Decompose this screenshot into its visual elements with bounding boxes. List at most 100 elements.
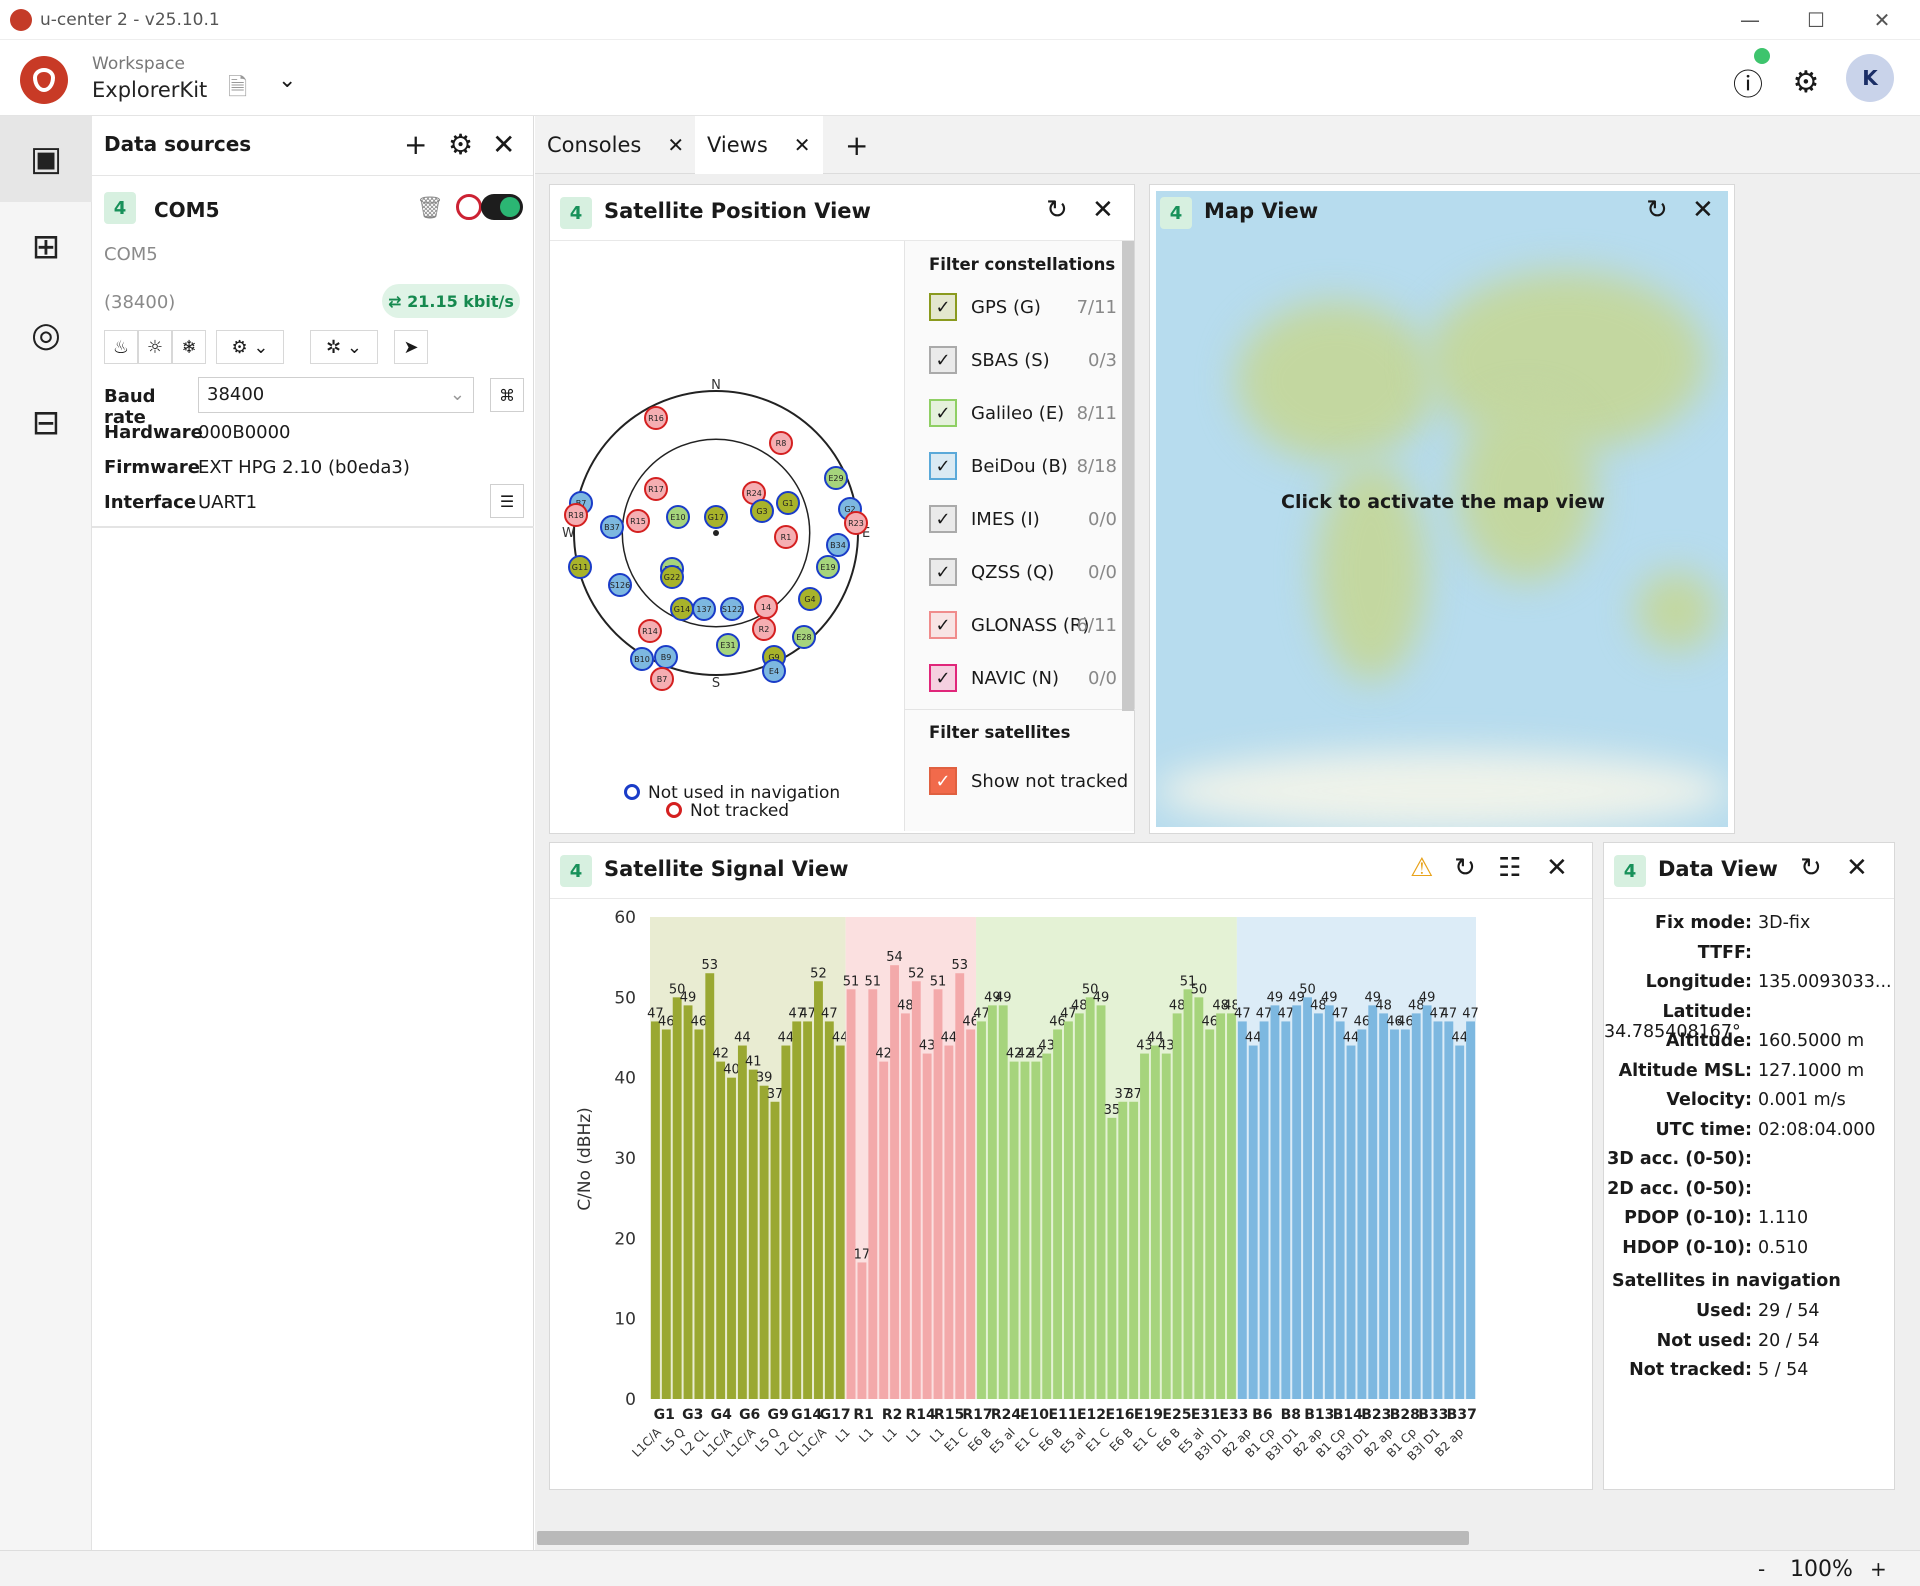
constellation-filter-row[interactable]: ✓ GPS (G) 7/11	[929, 287, 1129, 327]
bar-value-label: 49	[680, 990, 697, 1005]
settings-gear-icon[interactable]: ⚙	[1786, 62, 1826, 102]
map-activate-text[interactable]: Click to activate the map view	[1150, 491, 1736, 513]
bar-value-label: 43	[919, 1039, 936, 1054]
refresh-icon[interactable]: ↻	[1646, 195, 1668, 225]
workspace-chevron-down-icon[interactable]: ⌄	[278, 68, 296, 93]
signal-chart: 0102030405060C/No (dBHz)4746504946534240…	[575, 908, 1479, 1463]
interface-settings-icon[interactable]: ☰	[490, 484, 524, 518]
satellite-label: G4	[804, 595, 815, 604]
checkbox-check-icon[interactable]: ✓	[929, 452, 957, 480]
config-dropdown-icon[interactable]: ⚙ ⌄	[216, 330, 284, 364]
device-card: 4 COM5 🗑	[104, 192, 524, 232]
bar-value-label: 47	[1441, 1006, 1458, 1021]
constellation-filter-row[interactable]: ✓ NAVIC (N) 0/0	[929, 658, 1129, 698]
sources-settings-gear-icon[interactable]: ⚙	[448, 128, 473, 161]
satellite-label: R8	[776, 439, 787, 448]
tools-target-icon[interactable]: ◎	[0, 292, 92, 378]
satellite-label: B37	[604, 523, 620, 532]
warm-start-icon[interactable]: ☼	[138, 330, 172, 364]
bar-value-label: 43	[1038, 1039, 1055, 1054]
help-icon[interactable]: ⓘ	[1728, 62, 1768, 103]
x-tick-label: R14	[905, 1407, 936, 1423]
add-tab-plus-icon[interactable]: +	[833, 116, 868, 174]
devices-chip-icon[interactable]: ▣	[0, 116, 92, 202]
tab-views[interactable]: Views ✕	[695, 116, 823, 174]
zoom-in-button[interactable]: +	[1870, 1557, 1887, 1581]
refresh-icon[interactable]: ↻	[1046, 195, 1068, 225]
sky-plot: NESWR16R8E29G2R23B7R18B37R15R17E10 G17R24…	[562, 378, 870, 691]
checkbox-check-icon[interactable]: ✓	[929, 505, 957, 533]
checkbox-check-icon[interactable]: ✓	[929, 767, 957, 795]
maximize-button[interactable]: ☐	[1786, 0, 1846, 40]
panel-badge: 4	[560, 855, 592, 887]
avatar[interactable]: K	[1846, 54, 1894, 102]
close-tab-icon[interactable]: ✕	[667, 133, 684, 157]
constellation-filter-row[interactable]: ✓ GLONASS (R) 6/11	[929, 605, 1129, 645]
signal-bar	[846, 989, 856, 1399]
constellation-filter-row[interactable]: ✓ SBAS (S) 0/3	[929, 340, 1129, 380]
warning-icon[interactable]: ⚠	[1410, 853, 1433, 883]
signal-bar	[651, 1021, 660, 1399]
baud-select[interactable]: 38400 ⌄	[198, 377, 474, 413]
compass-south: S	[712, 676, 720, 691]
satellite-label: E31	[720, 641, 735, 650]
record-icon[interactable]	[456, 194, 482, 220]
views-grid-add-icon[interactable]: ⊞	[0, 204, 92, 290]
filter-sliders-icon[interactable]: ☷	[1498, 853, 1521, 883]
minimize-button[interactable]: —	[1720, 0, 1780, 40]
interface-row: Interface UART1	[104, 492, 258, 513]
device-connect-toggle[interactable]	[481, 194, 523, 220]
checkbox-check-icon[interactable]: ✓	[929, 611, 957, 639]
hot-start-icon[interactable]: ♨	[104, 330, 138, 364]
signal-bar	[1281, 1021, 1291, 1399]
x-tick-label: R1	[853, 1407, 874, 1423]
filter-scrollbar[interactable]	[1122, 241, 1134, 711]
signal-bar	[727, 1077, 736, 1399]
constellation-filter-row[interactable]: ✓ IMES (I) 0/0	[929, 499, 1129, 539]
show-not-tracked-checkbox[interactable]: ✓ Show not tracked	[929, 761, 1129, 801]
close-icon[interactable]: ✕	[1846, 853, 1868, 883]
tab-consoles[interactable]: Consoles ✕	[535, 116, 693, 174]
signal-bar	[781, 1045, 791, 1399]
add-source-plus-icon[interactable]: +	[404, 128, 427, 161]
constellation-filter-row[interactable]: ✓ BeiDou (B) 8/18	[929, 446, 1129, 486]
bar-value-label: 47	[1332, 1006, 1349, 1021]
bar-value-label: 47	[973, 1006, 990, 1021]
signal-bar	[835, 1045, 845, 1399]
bar-value-label: 49	[1419, 990, 1436, 1005]
x-tick-label: G14	[791, 1407, 822, 1423]
close-window-button[interactable]: ✕	[1852, 0, 1912, 40]
debug-dropdown-icon[interactable]: ✲ ⌄	[310, 330, 378, 364]
panel-badge: 4	[1614, 855, 1646, 887]
checkbox-check-icon[interactable]: ✓	[929, 293, 957, 321]
signal-bar	[1237, 1021, 1247, 1399]
zoom-out-button[interactable]: -	[1758, 1557, 1765, 1581]
constellation-filter-row[interactable]: ✓ QZSS (Q) 0/0	[929, 552, 1129, 592]
checkbox-check-icon[interactable]: ✓	[929, 399, 957, 427]
checkbox-check-icon[interactable]: ✓	[929, 346, 957, 374]
signal-bar	[977, 1021, 986, 1399]
refresh-icon[interactable]: ↻	[1800, 853, 1822, 883]
close-tab-icon[interactable]: ✕	[794, 133, 811, 157]
refresh-icon[interactable]: ↻	[1454, 853, 1476, 883]
toolbox-icon[interactable]: ⊟	[0, 380, 92, 466]
close-icon[interactable]: ✕	[1092, 195, 1114, 225]
trash-icon[interactable]: 🗑	[416, 196, 444, 221]
cold-start-icon[interactable]: ❄	[172, 330, 206, 364]
close-icon[interactable]: ✕	[1546, 853, 1568, 883]
close-icon[interactable]: ✕	[1692, 195, 1714, 225]
panel-badge: 4	[1160, 197, 1192, 229]
x-tick-label: G9	[768, 1407, 789, 1423]
constellation-filter-row[interactable]: ✓ Galileo (E) 8/11	[929, 393, 1129, 433]
data-view-panel: 4 Data View ↻ ✕ Fix mode: 3D-fix TTFF: Long…	[1603, 842, 1895, 1490]
autobaud-icon[interactable]: ⌘	[490, 378, 524, 412]
x-sublabel: E5 aI	[1058, 1425, 1089, 1456]
horizontal-scrollbar[interactable]	[537, 1531, 1469, 1545]
close-sources-icon[interactable]: ✕	[492, 128, 515, 161]
x-tick-label: G17	[820, 1407, 851, 1423]
checkbox-check-icon[interactable]: ✓	[929, 558, 957, 586]
checkbox-check-icon[interactable]: ✓	[929, 664, 957, 692]
workspace-file-icon[interactable]: 🗎	[228, 70, 258, 101]
bar-value-label: 47	[1234, 1006, 1251, 1021]
send-icon[interactable]: ➤	[394, 330, 428, 364]
